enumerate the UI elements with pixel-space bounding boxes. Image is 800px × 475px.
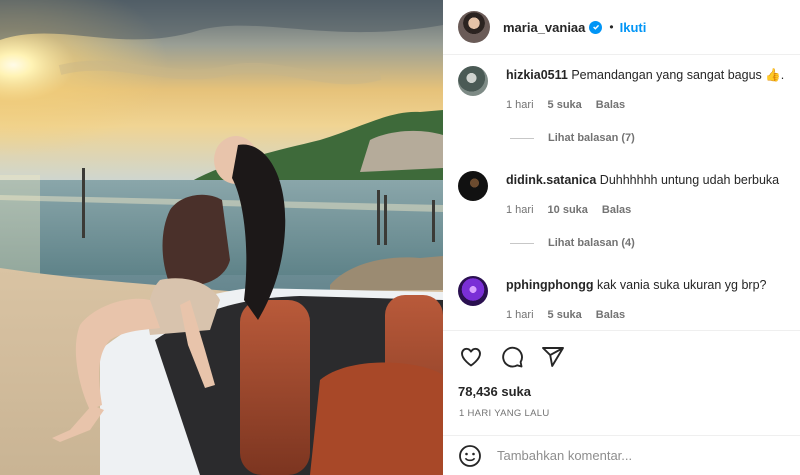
reply-button[interactable]: Balas — [596, 309, 625, 321]
comment-username[interactable]: didink.satanica — [506, 173, 596, 187]
comment-username[interactable]: hizkia0511 — [506, 68, 568, 82]
comment-icon[interactable] — [500, 345, 524, 369]
follow-button[interactable]: Ikuti — [620, 20, 647, 35]
author-username[interactable]: maria_vaniaa — [503, 20, 585, 35]
post-actions: 78,436 suka 1 HARI YANG LALU — [443, 330, 800, 435]
comment-text: kak vania suka ukuran yg brp? — [596, 278, 767, 292]
reply-button[interactable]: Balas — [602, 204, 631, 216]
heart-icon[interactable] — [459, 345, 483, 369]
comment-item: hizkia0511 Pemandangan yang sangat bagus… — [443, 56, 800, 161]
separator-dot: • — [609, 20, 614, 34]
comment-text-block: pphingphongg kak vania suka ukuran yg br… — [506, 277, 791, 293]
comment-item: didink.satanica Duhhhhhh untung udah ber… — [443, 161, 800, 266]
comment-text-block: hizkia0511 Pemandangan yang sangat bagus… — [506, 67, 791, 83]
share-icon[interactable] — [541, 345, 565, 369]
view-replies-label: Lihat balasan (4) — [548, 237, 635, 249]
author-avatar[interactable] — [458, 11, 490, 43]
comment-time[interactable]: 1 hari — [506, 309, 534, 321]
comment-text-block: didink.satanica Duhhhhhh untung udah ber… — [506, 172, 791, 188]
comment-meta: 1 hari 10 suka Balas — [506, 204, 631, 216]
comment-username[interactable]: pphingphongg — [506, 278, 593, 292]
commenter-avatar[interactable] — [458, 276, 488, 306]
post-time[interactable]: 1 HARI YANG LALU — [459, 408, 550, 419]
comments-list: hizkia0511 Pemandangan yang sangat bagus… — [443, 56, 800, 330]
view-replies-label: Lihat balasan (7) — [548, 132, 635, 144]
reply-button[interactable]: Balas — [596, 99, 625, 111]
comment-text: Duhhhhhh untung udah berbuka — [599, 173, 780, 187]
view-replies-button[interactable]: Lihat balasan (7) — [510, 132, 635, 144]
replies-divider — [510, 137, 534, 139]
add-comment-input[interactable]: Tambahkan komentar... — [497, 448, 632, 463]
commenter-avatar[interactable] — [458, 171, 488, 201]
add-comment-bar: Tambahkan komentar... — [443, 435, 800, 475]
comment-likes[interactable]: 5 suka — [548, 99, 582, 111]
post-photo[interactable] — [0, 0, 443, 475]
comment-likes[interactable]: 10 suka — [548, 204, 588, 216]
post-sidebar: maria_vaniaa • Ikuti hizkia0511 Pemandan… — [443, 0, 800, 475]
like-count[interactable]: 78,436 suka — [458, 384, 531, 399]
comment-item: pphingphongg kak vania suka ukuran yg br… — [443, 266, 800, 330]
replies-divider — [510, 242, 534, 244]
post-header: maria_vaniaa • Ikuti — [443, 0, 800, 55]
comment-text: Pemandangan yang sangat bagus 👍. — [571, 68, 785, 82]
emoji-icon[interactable] — [458, 444, 482, 468]
photo-scene — [0, 0, 443, 475]
comment-time[interactable]: 1 hari — [506, 204, 534, 216]
comment-meta: 1 hari 5 suka Balas — [506, 99, 625, 111]
comment-likes[interactable]: 5 suka — [548, 309, 582, 321]
comment-time[interactable]: 1 hari — [506, 99, 534, 111]
verified-icon — [589, 20, 603, 34]
view-replies-button[interactable]: Lihat balasan (4) — [510, 237, 635, 249]
comment-meta: 1 hari 5 suka Balas — [506, 309, 625, 321]
commenter-avatar[interactable] — [458, 66, 488, 96]
action-icons — [459, 345, 565, 369]
